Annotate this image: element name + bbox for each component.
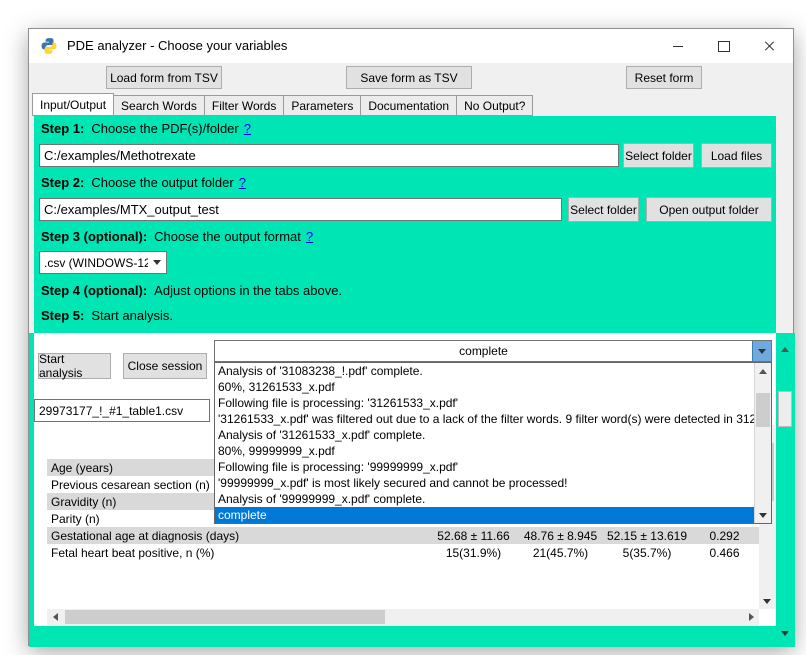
output-folder-input[interactable] <box>39 198 562 221</box>
step1-help-link[interactable]: ? <box>244 121 251 136</box>
progress-message[interactable]: Analysis of '99999999_x.pdf' complete. <box>215 491 754 507</box>
row-value: 0.466 <box>690 546 759 560</box>
tab-input-output[interactable]: Input/Output <box>32 93 114 116</box>
pdf-folder-input[interactable] <box>39 144 619 167</box>
row-value: 5(35.7%) <box>604 546 690 560</box>
progress-message-selected[interactable]: complete <box>215 507 754 523</box>
window-title: PDE analyzer - Choose your variables <box>67 29 287 63</box>
window-controls <box>655 29 793 63</box>
step4-line: Step 4 (optional): Adjust options in the … <box>41 283 342 298</box>
dropdown-scrollbar-thumb[interactable] <box>756 393 770 427</box>
step5-line: Step 5: Start analysis. <box>41 308 173 323</box>
tab-documentation[interactable]: Documentation <box>360 95 457 116</box>
maximize-icon <box>718 41 730 52</box>
maximize-button[interactable] <box>701 29 747 63</box>
close-icon <box>764 40 776 52</box>
step3-line: Step 3 (optional): Choose the output form… <box>41 229 313 244</box>
tab-no-output[interactable]: No Output? <box>456 95 533 116</box>
reset-form-button[interactable]: Reset form <box>626 66 702 89</box>
step1-text: Choose the PDF(s)/folder <box>91 121 238 136</box>
select-output-folder-button[interactable]: Select folder <box>568 197 639 222</box>
output-format-select[interactable]: .csv (WINDOWS-1252) <box>39 251 167 274</box>
row-value: 15(31.9%) <box>430 546 517 560</box>
progress-message[interactable]: '31261533_x.pdf' was filtered out due to… <box>215 411 754 427</box>
step1-line: Step 1: Choose the PDF(s)/folder? <box>41 121 251 136</box>
scroll-up-icon[interactable] <box>755 363 771 379</box>
row-label: Gestational age at diagnosis (days) <box>47 529 430 543</box>
dropdown-scrollbar[interactable] <box>754 363 771 523</box>
progress-selected-value: complete <box>215 344 752 358</box>
tab-search-words[interactable]: Search Words <box>113 95 205 116</box>
chevron-down-icon[interactable] <box>752 341 771 361</box>
load-files-button[interactable]: Load files <box>701 143 772 168</box>
minimize-button[interactable] <box>655 29 701 63</box>
step2-help-link[interactable]: ? <box>239 175 246 190</box>
step3-label: Step 3 (optional): <box>41 229 147 244</box>
progress-message[interactable]: 60%, 31261533_x.pdf <box>215 379 754 395</box>
row-value: 48.76 ± 8.945 <box>517 529 604 543</box>
step4-label: Step 4 (optional): <box>41 283 147 298</box>
progress-message[interactable]: 80%, 99999999_x.pdf <box>215 443 754 459</box>
table-horizontal-scrollbar[interactable] <box>47 609 759 626</box>
window-vscroll-thumb[interactable] <box>778 391 792 427</box>
table-hscroll-thumb[interactable] <box>65 610 385 624</box>
progress-combobox[interactable]: complete <box>214 340 772 362</box>
row-value: 21(45.7%) <box>517 546 604 560</box>
progress-message[interactable]: '99999999_x.pdf' is most likely secured … <box>215 475 754 491</box>
progress-dropdown-list: Analysis of '31083238_!.pdf' complete. 6… <box>214 362 772 524</box>
progress-messages: Analysis of '31083238_!.pdf' complete. 6… <box>215 363 754 523</box>
step2-text: Choose the output folder <box>91 175 233 190</box>
close-button[interactable] <box>747 29 793 63</box>
row-label: Fetal heart beat positive, n (%) <box>47 546 430 560</box>
scroll-down-icon[interactable] <box>755 507 771 523</box>
scroll-left-icon[interactable] <box>47 609 63 625</box>
close-session-button[interactable]: Close session <box>123 353 207 379</box>
output-format-value: .csv (WINDOWS-1252) <box>40 256 148 270</box>
step5-text: Start analysis. <box>91 308 173 323</box>
start-analysis-button[interactable]: Start analysis <box>38 353 111 379</box>
step3-text: Choose the output format <box>154 229 301 244</box>
step4-text: Adjust options in the tabs above. <box>154 283 342 298</box>
step2-label: Step 2: <box>41 175 84 190</box>
step3-help-link[interactable]: ? <box>306 229 313 244</box>
step1-label: Step 1: <box>41 121 84 136</box>
current-output-file-input[interactable] <box>34 399 210 422</box>
open-output-folder-button[interactable]: Open output folder <box>646 197 772 222</box>
load-form-tsv-button[interactable]: Load form from TSV <box>106 66 222 89</box>
progress-message[interactable]: Following file is processing: '31261533_… <box>215 395 754 411</box>
step2-line: Step 2: Choose the output folder? <box>41 175 246 190</box>
row-value: 52.15 ± 13.619 <box>604 529 690 543</box>
tab-bar: Input/Output Search Words Filter Words P… <box>32 95 532 116</box>
app-window: PDE analyzer - Choose your variables Loa… <box>28 28 794 646</box>
row-value: 0.292 <box>690 529 759 543</box>
input-output-panel: Step 1: Choose the PDF(s)/folder? Select … <box>34 116 776 333</box>
scroll-down-icon[interactable] <box>759 593 775 609</box>
save-form-tsv-button[interactable]: Save form as TSV <box>346 66 472 89</box>
scroll-up-icon[interactable] <box>777 341 793 357</box>
tab-parameters[interactable]: Parameters <box>283 95 361 116</box>
table-row: Gestational age at diagnosis (days) 52.6… <box>47 527 759 544</box>
scroll-down-icon[interactable] <box>777 625 793 641</box>
select-pdf-folder-button[interactable]: Select folder <box>623 143 694 168</box>
results-region: Start analysis Close session complete An… <box>29 333 795 647</box>
tab-filter-words[interactable]: Filter Words <box>204 95 284 116</box>
minimize-icon <box>673 46 683 47</box>
progress-message[interactable]: Analysis of '31261533_x.pdf' complete. <box>215 427 754 443</box>
scroll-right-icon[interactable] <box>743 609 759 625</box>
progress-message[interactable]: Analysis of '31083238_!.pdf' complete. <box>215 363 754 379</box>
step5-label: Step 5: <box>41 308 84 323</box>
progress-message[interactable]: Following file is processing: '99999999_… <box>215 459 754 475</box>
title-bar: PDE analyzer - Choose your variables <box>29 29 793 63</box>
python-app-icon <box>40 37 58 55</box>
window-horizontal-scrollbar[interactable] <box>34 627 776 647</box>
table-row: Fetal heart beat positive, n (%) 15(31.9… <box>47 544 759 561</box>
row-value: 52.68 ± 11.66 <box>430 529 517 543</box>
window-vertical-scrollbar[interactable] <box>777 341 794 641</box>
chevron-down-icon <box>148 252 166 273</box>
